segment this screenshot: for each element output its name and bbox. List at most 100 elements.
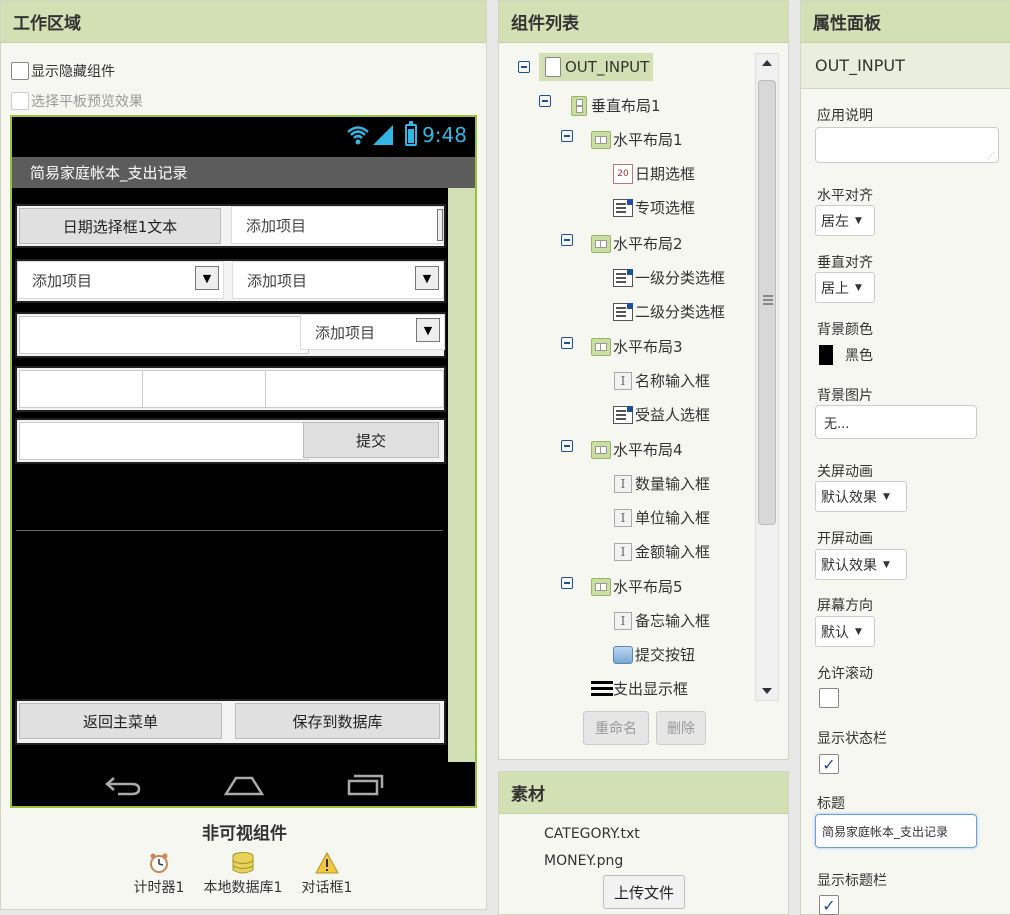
show-title-checkbox[interactable]: ✓ xyxy=(819,895,839,915)
collapse-icon[interactable] xyxy=(561,440,573,452)
tree-item-out-input[interactable]: OUT_INPUT xyxy=(539,53,654,81)
home-nav-icon[interactable] xyxy=(224,774,264,796)
tree-item-horizontal-3[interactable]: 水平布局3 xyxy=(591,336,683,357)
collapse-icon[interactable] xyxy=(539,95,551,107)
show-hidden-checkbox[interactable]: 显示隐藏组件 xyxy=(11,61,115,81)
dropdown-arrow-icon[interactable]: ▼ xyxy=(415,266,439,290)
collapse-icon[interactable] xyxy=(561,130,573,142)
spinner-text: 添加项目 xyxy=(315,323,376,342)
unit-textbox[interactable] xyxy=(142,370,266,408)
close-anim-select[interactable]: 默认效果 ▼ xyxy=(815,481,907,512)
horizontal-arrangement-icon xyxy=(591,577,611,597)
bg-image-picker[interactable]: 无... xyxy=(815,405,977,439)
horizontal-arrangement-5[interactable]: 提交 xyxy=(15,418,446,464)
save-to-db-button[interactable]: 保存到数据库 xyxy=(235,703,440,739)
tree-item-memo-textbox[interactable]: I 备忘输入框 xyxy=(613,610,710,631)
vertical-arrangement-1[interactable]: 日期选择框1文本 添加项目 添加项目 ▼ 添加项目 ▼ 添加项目 ▼ 提交 返回… xyxy=(14,188,448,764)
name-textbox[interactable] xyxy=(19,316,309,354)
horizontal-arrangement-3[interactable]: 添加项目 ▼ xyxy=(15,312,446,358)
clock-icon xyxy=(119,849,199,877)
nonvisible-notifier[interactable]: 对话框1 xyxy=(287,849,367,897)
tree-item-horizontal-4[interactable]: 水平布局4 xyxy=(591,439,683,460)
tree-item-horizontal-2[interactable]: 水平布局2 xyxy=(591,233,683,254)
collapse-icon[interactable] xyxy=(561,337,573,349)
caret-down-icon: ▼ xyxy=(855,626,862,637)
close-anim-label: 关屏动画 xyxy=(817,464,873,480)
color-swatch[interactable] xyxy=(819,345,833,365)
bg-color-value[interactable]: 黑色 xyxy=(845,345,873,365)
horizontal-arrangement-2[interactable]: 添加项目 ▼ 添加项目 ▼ xyxy=(15,259,446,303)
show-status-checkbox[interactable]: ✓ xyxy=(819,754,839,774)
tablet-preview-checkbox[interactable]: 选择平板预览效果 xyxy=(11,91,143,111)
amount-textbox[interactable] xyxy=(265,370,444,408)
scrollable-checkbox[interactable] xyxy=(819,688,839,708)
category1-spinner[interactable]: 添加项目 ▼ xyxy=(17,261,224,299)
textbox-icon: I xyxy=(613,611,633,631)
checkbox-box[interactable] xyxy=(11,92,29,110)
tree-item-name-textbox[interactable]: I 名称输入框 xyxy=(613,370,710,391)
quantity-textbox[interactable] xyxy=(19,370,143,408)
delete-button[interactable]: 删除 xyxy=(656,711,706,745)
date-picker-button[interactable]: 日期选择框1文本 xyxy=(19,208,221,244)
phone-preview: 9:48 简易家庭帐本_支出记录 日期选择框1文本 添加项目 添加项目 ▼ 添加… xyxy=(10,115,477,808)
horizontal-arrangement-4[interactable] xyxy=(15,366,446,412)
category2-spinner[interactable]: 添加项目 ▼ xyxy=(232,261,444,299)
tree-item-label: 水平布局4 xyxy=(613,441,683,459)
checkbox-box[interactable] xyxy=(11,62,29,80)
resize-grip-icon[interactable]: ⋰ xyxy=(987,151,995,160)
media-file-money[interactable]: MONEY.png xyxy=(544,853,623,869)
scroll-up-icon[interactable] xyxy=(762,60,772,66)
tree-item-beneficiary-spinner[interactable]: 受益人选框 xyxy=(613,404,710,425)
dropdown-arrow-icon[interactable]: ▼ xyxy=(195,266,219,290)
beneficiary-spinner[interactable]: 添加项目 ▼ xyxy=(300,314,445,350)
tree-item-label: 名称输入框 xyxy=(635,372,711,390)
orientation-select[interactable]: 默认 ▼ xyxy=(815,616,875,647)
tree-item-horizontal-1[interactable]: 水平布局1 xyxy=(591,129,683,150)
nonvisible-tinydb[interactable]: 本地数据库1 xyxy=(201,849,285,897)
align-h-select[interactable]: 居左 ▼ xyxy=(815,205,875,236)
tree-item-unit-textbox[interactable]: I 单位输入框 xyxy=(613,507,710,528)
nonvisible-timer[interactable]: 计时器1 xyxy=(119,849,199,897)
open-anim-label: 开屏动画 xyxy=(817,531,873,547)
app-desc-textarea[interactable]: ⋰ xyxy=(815,127,999,163)
upload-file-button[interactable]: 上传文件 xyxy=(603,875,685,909)
tree-item-special-spinner[interactable]: 专项选框 xyxy=(613,197,695,218)
tree-item-horizontal-5[interactable]: 水平布局5 xyxy=(591,576,683,597)
rename-button[interactable]: 重命名 xyxy=(583,711,649,745)
component-tree[interactable]: OUT_INPUT 垂直布局1 水平布局1 20 日期选框 专项选框 水平布局2 xyxy=(499,49,759,699)
media-file-category[interactable]: CATEGORY.txt xyxy=(544,826,640,842)
dropdown-arrow-icon[interactable]: ▼ xyxy=(416,318,440,342)
tree-item-category1-spinner[interactable]: 一级分类选框 xyxy=(613,267,725,288)
collapse-icon[interactable] xyxy=(561,577,573,589)
signal-icon xyxy=(373,125,393,145)
back-to-menu-button[interactable]: 返回主菜单 xyxy=(19,703,222,739)
align-v-select[interactable]: 居上 ▼ xyxy=(815,272,875,303)
recents-nav-icon[interactable] xyxy=(346,772,386,796)
special-spinner[interactable]: 添加项目 xyxy=(231,206,444,244)
tree-item-vertical-1[interactable]: 垂直布局1 xyxy=(569,95,661,116)
open-anim-select[interactable]: 默认效果 ▼ xyxy=(815,549,907,580)
tree-item-label: 专项选框 xyxy=(635,199,696,217)
app-desc-label: 应用说明 xyxy=(817,108,873,124)
horizontal-arrangement-1[interactable]: 日期选择框1文本 添加项目 xyxy=(15,204,446,248)
tree-item-date-picker[interactable]: 20 日期选框 xyxy=(613,163,695,184)
textbox-icon: I xyxy=(613,371,633,391)
collapse-icon[interactable] xyxy=(561,234,573,246)
submit-button[interactable]: 提交 xyxy=(303,422,439,458)
title-input[interactable]: 简易家庭帐本_支出记录 xyxy=(815,814,977,848)
textbox-icon: I xyxy=(613,508,633,528)
collapse-icon[interactable] xyxy=(518,61,530,73)
bottom-button-row[interactable]: 返回主菜单 保存到数据库 xyxy=(15,699,446,745)
tree-item-category2-spinner[interactable]: 二级分类选框 xyxy=(613,301,725,322)
back-nav-icon[interactable] xyxy=(104,774,142,796)
tree-item-quantity-textbox[interactable]: I 数量输入框 xyxy=(613,473,710,494)
scroll-thumb[interactable] xyxy=(758,80,776,525)
tree-item-listview[interactable]: 支出显示框 xyxy=(591,678,688,699)
tree-item-submit-button[interactable]: 提交按钮 xyxy=(613,644,695,665)
memo-textbox[interactable] xyxy=(19,422,309,460)
tree-scrollbar[interactable] xyxy=(755,53,779,701)
spinner-edge xyxy=(437,209,443,241)
scroll-down-icon[interactable] xyxy=(762,688,772,694)
align-h-label: 水平对齐 xyxy=(817,188,873,204)
tree-item-amount-textbox[interactable]: I 金额输入框 xyxy=(613,541,710,562)
